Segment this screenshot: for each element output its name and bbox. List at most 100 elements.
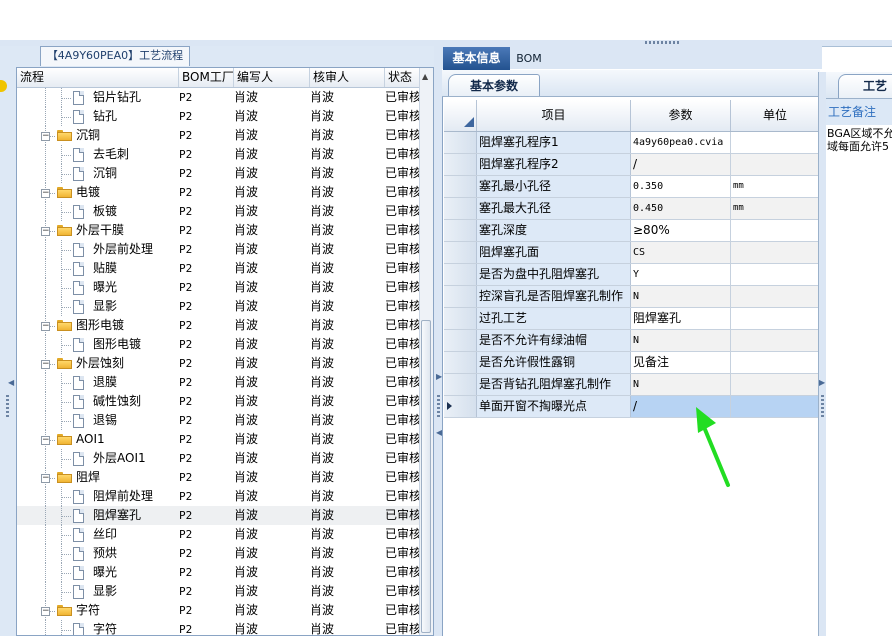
collapse-node-icon[interactable]: − [41, 322, 50, 331]
param-row[interactable]: 阻焊塞孔程序1 4a9y60pea0.cvia [444, 132, 819, 154]
row-indicator[interactable] [444, 264, 477, 285]
select-all-corner-icon[interactable] [464, 117, 474, 127]
tree-row[interactable]: 退膜 P2 肖波 肖波 已审核 [17, 373, 419, 392]
row-indicator[interactable] [444, 176, 477, 197]
tree-row[interactable]: 外层前处理 P2 肖波 肖波 已审核 [17, 240, 419, 259]
tree-row[interactable]: 沉铜 P2 肖波 肖波 已审核 [17, 164, 419, 183]
collapse-right-icon[interactable]: ▶ [819, 378, 825, 387]
tree-row[interactable]: 钻孔 P2 肖波 肖波 已审核 [17, 107, 419, 126]
param-unit-cell[interactable] [731, 242, 819, 263]
collapse-node-icon[interactable]: − [41, 189, 50, 198]
param-unit-cell[interactable] [731, 396, 819, 417]
col-header-bom[interactable]: BOM工厂 [179, 68, 234, 87]
tree-row[interactable]: − 图形电镀 P2 肖波 肖波 已审核 [17, 316, 419, 335]
tree-row[interactable]: 铝片钻孔 P2 肖波 肖波 已审核 [17, 88, 419, 107]
tree-row[interactable]: 退锡 P2 肖波 肖波 已审核 [17, 411, 419, 430]
param-row[interactable]: 塞孔最小孔径 0.350 mm [444, 176, 819, 198]
row-indicator[interactable] [444, 330, 477, 351]
middle-splitter[interactable] [434, 46, 442, 636]
param-value-cell[interactable]: 阻焊塞孔 [631, 308, 731, 329]
param-unit-cell[interactable] [731, 308, 819, 329]
tree-row[interactable]: 丝印 P2 肖波 肖波 已审核 [17, 525, 419, 544]
param-value-cell[interactable]: N [631, 286, 731, 307]
tree-row[interactable]: 曝光 P2 肖波 肖波 已审核 [17, 278, 419, 297]
col-header-status[interactable]: 状态 [385, 68, 419, 87]
param-value-cell[interactable]: 0.350 [631, 176, 731, 197]
param-unit-cell[interactable] [731, 286, 819, 307]
row-indicator[interactable] [444, 308, 477, 329]
left-splitter-grip[interactable] [6, 395, 9, 417]
collapse-node-icon[interactable]: − [41, 607, 50, 616]
row-indicator[interactable] [444, 286, 477, 307]
process-flow-tab[interactable]: 【4A9Y60PEA0】工艺流程 [40, 46, 190, 66]
param-row[interactable]: 单面开窗不掏曝光点 / [444, 396, 819, 418]
tree-scroll-thumb[interactable] [421, 320, 431, 633]
param-row[interactable]: 塞孔深度 ≥80% [444, 220, 819, 242]
tree-row[interactable]: − 字符 P2 肖波 肖波 已审核 [17, 601, 419, 620]
scroll-up-arrow-icon[interactable]: ▲ [422, 72, 428, 81]
tree-row[interactable]: 外层AOI1 P2 肖波 肖波 已审核 [17, 449, 419, 468]
tab-process[interactable]: 工艺 [838, 74, 892, 98]
tree-row[interactable]: 贴膜 P2 肖波 肖波 已审核 [17, 259, 419, 278]
col-header-item[interactable]: 项目 [477, 100, 631, 131]
middle-splitter-grip[interactable] [437, 395, 440, 419]
collapse-node-icon[interactable]: − [41, 227, 50, 236]
row-indicator[interactable] [444, 396, 477, 417]
tree-row[interactable]: 阻焊前处理 P2 肖波 肖波 已审核 [17, 487, 419, 506]
col-header-flow[interactable]: 流程 [17, 68, 179, 87]
param-row[interactable]: 过孔工艺 阻焊塞孔 [444, 308, 819, 330]
param-unit-cell[interactable] [731, 154, 819, 175]
tree-row[interactable]: − AOI1 P2 肖波 肖波 已审核 [17, 430, 419, 449]
param-value-cell[interactable]: 0.450 [631, 198, 731, 219]
param-row[interactable]: 阻焊塞孔面 CS [444, 242, 819, 264]
param-unit-cell[interactable] [731, 220, 819, 241]
param-unit-cell[interactable] [731, 330, 819, 351]
param-unit-cell[interactable] [731, 374, 819, 395]
param-unit-cell[interactable] [731, 352, 819, 373]
tab-basic-info[interactable]: 基本信息 [443, 47, 510, 70]
param-value-cell[interactable]: N [631, 330, 731, 351]
param-row[interactable]: 是否不允许有绿油帽 N [444, 330, 819, 352]
row-indicator[interactable] [444, 154, 477, 175]
param-unit-cell[interactable] [731, 132, 819, 153]
param-row[interactable]: 阻焊塞孔程序2/ [444, 154, 819, 176]
row-indicator[interactable] [444, 374, 477, 395]
tree-row[interactable]: 碱性蚀刻 P2 肖波 肖波 已审核 [17, 392, 419, 411]
param-row[interactable]: 是否为盘中孔阻焊塞孔 Y [444, 264, 819, 286]
right-splitter-grip[interactable] [821, 395, 824, 419]
tree-row[interactable]: − 沉铜 P2 肖波 肖波 已审核 [17, 126, 419, 145]
collapse-left-icon[interactable]: ◀ [8, 378, 14, 387]
tree-row[interactable]: 去毛刺 P2 肖波 肖波 已审核 [17, 145, 419, 164]
tree-row[interactable]: 字符 P2 肖波 肖波 已审核 [17, 620, 419, 635]
row-indicator[interactable] [444, 352, 477, 373]
row-indicator[interactable] [444, 198, 477, 219]
param-value-cell[interactable]: 见备注 [631, 352, 731, 373]
row-indicator[interactable] [444, 132, 477, 153]
param-row[interactable]: 是否背钻孔阻焊塞孔制作 N [444, 374, 819, 396]
param-value-cell[interactable]: N [631, 374, 731, 395]
tree-row[interactable]: − 阻焊 P2 肖波 肖波 已审核 [17, 468, 419, 487]
param-unit-cell[interactable]: mm [731, 176, 819, 197]
tree-row[interactable]: 阻焊塞孔 P2 肖波 肖波 已审核 [17, 506, 419, 525]
param-unit-cell[interactable] [731, 264, 819, 285]
param-value-cell[interactable]: CS [631, 242, 731, 263]
col-header-unit[interactable]: 单位 [731, 100, 819, 131]
param-value-cell[interactable]: Y [631, 264, 731, 285]
param-row[interactable]: 控深盲孔是否阻焊塞孔制作 N [444, 286, 819, 308]
tree-row[interactable]: − 外层蚀刻 P2 肖波 肖波 已审核 [17, 354, 419, 373]
param-value-cell[interactable]: 4a9y60pea0.cvia [631, 132, 731, 153]
collapse-node-icon[interactable]: − [41, 360, 50, 369]
tree-row[interactable]: − 电镀 P2 肖波 肖波 已审核 [17, 183, 419, 202]
collapse-node-icon[interactable]: − [41, 132, 50, 141]
tree-row[interactable]: − 外层干膜 P2 肖波 肖波 已审核 [17, 221, 419, 240]
process-notes-text[interactable]: BGA区域不允 域每面允许5 [827, 127, 892, 157]
tree-row[interactable]: 显影 P2 肖波 肖波 已审核 [17, 297, 419, 316]
param-row[interactable]: 塞孔最大孔径 0.450 mm [444, 198, 819, 220]
col-header-reviewer[interactable]: 核审人 [310, 68, 385, 87]
top-splitter-grip[interactable] [645, 41, 681, 44]
param-value-cell[interactable]: / [631, 154, 731, 175]
col-header-param[interactable]: 参数 [631, 100, 731, 131]
tree-row[interactable]: 曝光 P2 肖波 肖波 已审核 [17, 563, 419, 582]
tab-basic-params[interactable]: 基本参数 [448, 74, 540, 96]
tree-row[interactable]: 图形电镀 P2 肖波 肖波 已审核 [17, 335, 419, 354]
